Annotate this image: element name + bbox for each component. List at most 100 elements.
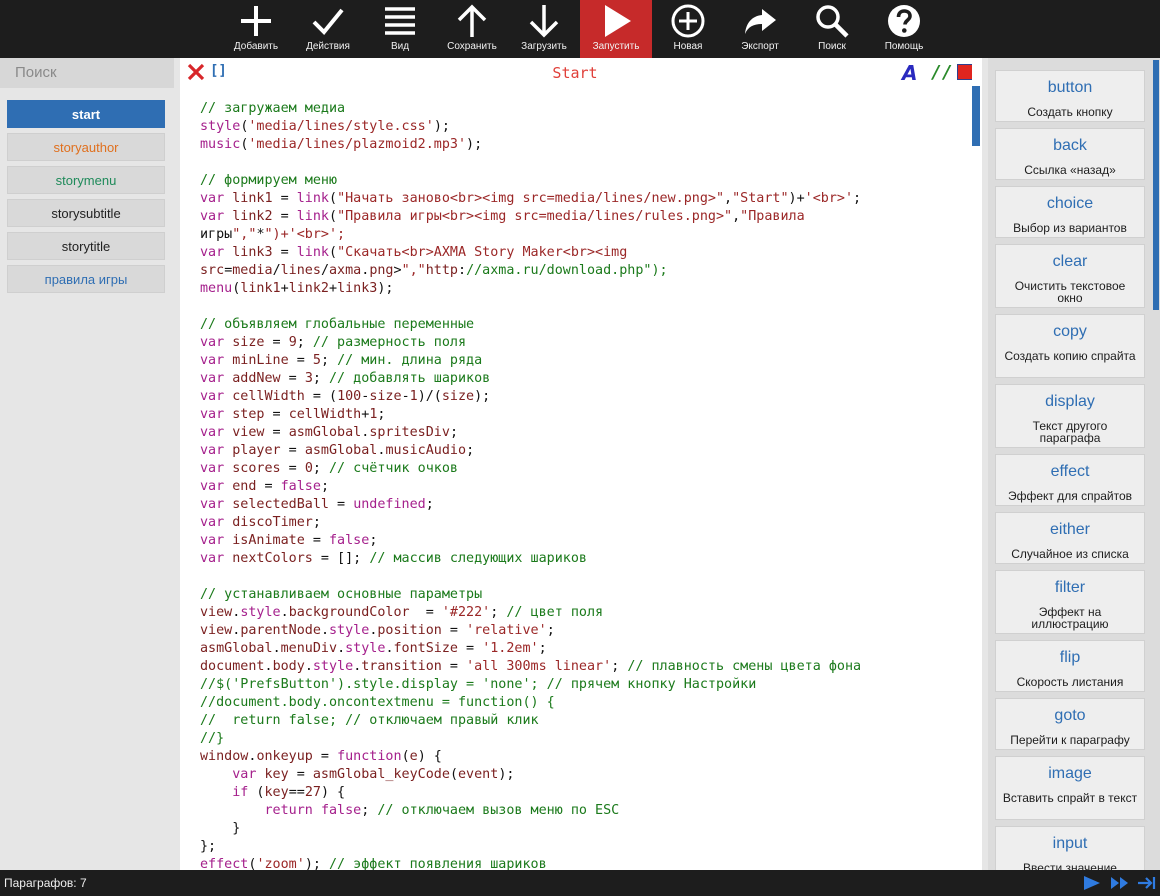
fast-forward-icon[interactable] — [1110, 875, 1130, 891]
view-button-label: Вид — [390, 41, 410, 52]
function-item-copy[interactable]: copy Создать копию спрайта — [995, 314, 1145, 378]
function-item-display[interactable]: display Текст другого параграфа — [995, 384, 1145, 448]
help-button[interactable]: Помощь — [868, 0, 940, 58]
function-description: Вставить спрайт в текст — [1002, 791, 1138, 805]
code-line: var player = asmGlobal.musicAudio; — [200, 443, 475, 458]
add-button-label: Добавить — [233, 41, 279, 52]
code-line: var link3 = link("Скачать<br>AXMA Story … — [200, 245, 628, 260]
paragraph-item[interactable]: start — [7, 100, 165, 128]
function-scrollbar-thumb[interactable] — [1153, 60, 1159, 310]
share-icon — [745, 9, 776, 34]
paragraph-item[interactable]: storysubtitle — [7, 199, 165, 227]
code-line: return false; // отключаем вызов меню по… — [264, 803, 620, 818]
code-line: }; — [200, 839, 217, 854]
code-line: // формируем меню — [200, 173, 338, 188]
code-line: var size = 9; // размерность поля — [200, 335, 467, 350]
paragraph-search-input[interactable]: Поиск — [0, 58, 174, 88]
function-item-clear[interactable]: clear Очистить текстовое окно — [995, 244, 1145, 308]
code-line: var view = asmGlobal.spritesDiv; — [200, 425, 458, 440]
add-button[interactable]: Добавить — [220, 0, 292, 58]
code-line: var selectedBall = undefined; — [200, 497, 434, 512]
code-line: ​ — [200, 568, 970, 586]
paragraph-item[interactable]: storytitle — [7, 232, 165, 260]
function-description: Случайное из списка — [1011, 547, 1129, 561]
run-button-label: Запустить — [592, 41, 640, 52]
actions-button[interactable]: Действия — [292, 0, 364, 58]
code-line: var cellWidth = (100-size-1)/(size); — [200, 389, 491, 404]
function-item-effect[interactable]: effect Эффект для спрайтов — [995, 454, 1145, 506]
function-name: input — [1052, 835, 1088, 852]
editor-scrollbar[interactable] — [972, 58, 982, 870]
function-item-back[interactable]: back Ссылка «назад» — [995, 128, 1145, 180]
function-item-filter[interactable]: filter Эффект на иллюстрацию — [995, 570, 1145, 634]
export-button-label: Экспорт — [741, 41, 779, 52]
bracket-button[interactable]: [] — [210, 63, 227, 79]
function-sidebar: button Создать кнопку back Ссылка «назад» ch… — [988, 58, 1160, 878]
code-editor-panel: [] Start A // // загружаем медиа style('m… — [180, 58, 982, 870]
code-line: игры","*")+'<br>'; — [200, 227, 346, 242]
load-button-label: Загрузить — [521, 41, 567, 52]
function-item-either[interactable]: either Случайное из списка — [995, 512, 1145, 564]
code-line: var key = asmGlobal_keyCode(event); — [232, 767, 515, 782]
paragraph-item[interactable]: storymenu — [7, 166, 165, 194]
check-icon — [312, 8, 344, 35]
paragraph-count: Параграфов: 7 — [4, 876, 87, 890]
code-line: var step = cellWidth+1; — [200, 407, 386, 422]
toolbar: Добавить Действия Вид Сохранить Загрузит… — [0, 0, 1160, 58]
editor-scrollbar-thumb[interactable] — [972, 86, 980, 146]
code-line: document.body.style.transition = 'all 30… — [200, 659, 862, 674]
save-button-label: Сохранить — [447, 41, 497, 52]
font-button[interactable]: A — [902, 61, 917, 85]
close-icon[interactable] — [186, 62, 206, 82]
code-line: var isAnimate = false; — [200, 533, 378, 548]
circle-plus-icon — [671, 4, 705, 38]
function-name: either — [1049, 521, 1091, 538]
export-button[interactable]: Экспорт — [724, 0, 796, 58]
function-description: Эффект на иллюстрацию — [1031, 605, 1109, 631]
code-line: var link2 = link("Правила игры<br><img s… — [200, 209, 805, 224]
code-line: //$('PrefsButton').style.display = 'none… — [200, 677, 757, 692]
color-picker-button[interactable] — [957, 64, 973, 80]
code-line: music('media/lines/plazmoid2.mp3'); — [200, 137, 483, 152]
comment-button[interactable]: // — [931, 62, 953, 83]
code-area[interactable]: // загружаем медиа style('media/lines/sty… — [200, 100, 970, 870]
code-line: src=media/lines/axma.png>","http://axma.… — [200, 263, 668, 278]
function-description: Эффект для спрайтов — [1007, 489, 1133, 503]
function-name: copy — [1053, 323, 1087, 340]
paragraph-item[interactable]: storyauthor — [7, 133, 165, 161]
function-item-button[interactable]: button Создать кнопку — [995, 70, 1145, 122]
load-button[interactable]: Загрузить — [508, 0, 580, 58]
arrow-to-end-icon[interactable] — [1137, 875, 1157, 891]
function-item-image[interactable]: image Вставить спрайт в текст — [995, 756, 1145, 820]
function-description: Выбор из вариантов — [1013, 221, 1127, 235]
code-line: // return false; // отключаем правый кли… — [200, 713, 539, 728]
code-line: ​ — [200, 298, 970, 316]
search-button-label: Поиск — [818, 41, 846, 52]
code-line: var discoTimer; — [200, 515, 321, 530]
save-button[interactable]: Сохранить — [436, 0, 508, 58]
menu-icon — [385, 7, 415, 35]
code-line: var minLine = 5; // мин. длина ряда — [200, 353, 483, 368]
code-line: effect('zoom'); // эффект появления шари… — [200, 857, 547, 870]
view-button[interactable]: Вид — [364, 0, 436, 58]
function-name: filter — [1054, 579, 1086, 596]
new-button[interactable]: Новая — [652, 0, 724, 58]
function-name: goto — [1054, 707, 1086, 724]
function-description: Ссылка «назад» — [1024, 163, 1116, 177]
search-button[interactable]: Поиск — [796, 0, 868, 58]
function-name: choice — [1046, 195, 1094, 212]
paragraph-item[interactable]: правила игры — [7, 265, 165, 293]
new-button-label: Новая — [673, 41, 703, 52]
status-bar: Параграфов: 7 — [0, 870, 1160, 896]
function-item-flip[interactable]: flip Скорость листания — [995, 640, 1145, 692]
run-button[interactable]: Запустить — [580, 0, 652, 58]
function-description: Создать копию спрайта — [1004, 349, 1136, 363]
actions-button-label: Действия — [306, 41, 350, 52]
paragraph-title: Start — [552, 64, 598, 82]
play-icon[interactable] — [1083, 875, 1101, 891]
function-item-goto[interactable]: goto Перейти к параграфу — [995, 698, 1145, 750]
function-name: display — [1045, 393, 1095, 410]
function-item-choice[interactable]: choice Выбор из вариантов — [995, 186, 1145, 238]
code-line: asmGlobal.menuDiv.style.fontSize = '1.2e… — [200, 641, 547, 656]
function-name: button — [1047, 79, 1093, 96]
